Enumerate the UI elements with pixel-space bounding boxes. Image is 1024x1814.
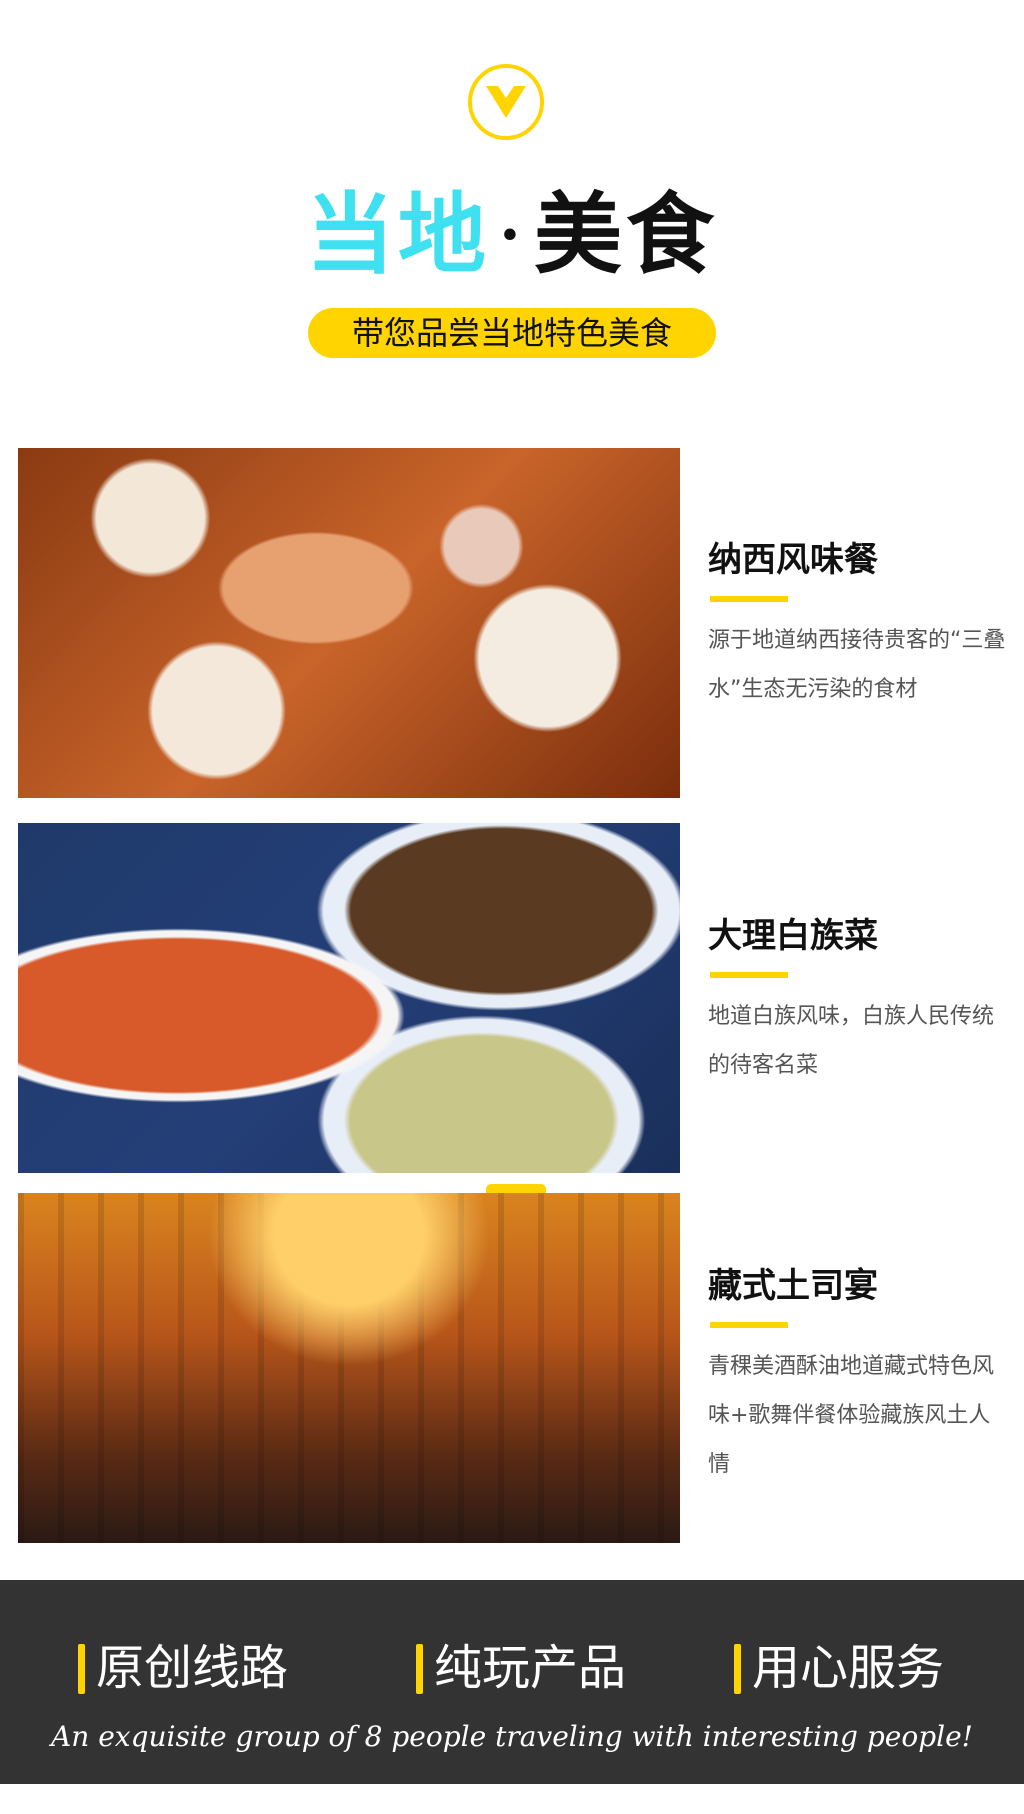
bai-food-photo (18, 823, 680, 1173)
chevron-badge (468, 64, 544, 140)
item-description-bai: 地道白族风味，白族人民传统的待客名菜 (708, 1004, 995, 1078)
subtitle-pill: 带您品尝当地特色美食 (308, 308, 716, 358)
item-title-tibetan: 藏式土司宴 (708, 1266, 878, 1306)
page-title: 当地·美食 (0, 184, 1024, 285)
footer-slogan-pure-play: 纯玩产品 (416, 1640, 626, 1696)
chevron-down-icon (486, 86, 526, 118)
footer-slogan-original-routes: 原创线路 (78, 1640, 288, 1696)
title-part-local: 当地 (305, 182, 490, 286)
tibetan-banquet-photo (18, 1193, 680, 1543)
item-accent-bar (710, 596, 788, 602)
title-separator: · (496, 183, 528, 286)
title-part-food: 美食 (533, 182, 718, 286)
item-accent-bar (710, 1322, 788, 1328)
item-title-bai: 大理白族菜 (708, 916, 878, 956)
item-title-naxi: 纳西风味餐 (708, 540, 878, 580)
item-accent-bar (710, 972, 788, 978)
naxi-food-photo (18, 448, 680, 798)
item-description-tibetan: 青稞美酒酥油地道藏式特色风味+歌舞伴餐体验藏族风土人情 (708, 1354, 995, 1477)
footer-tagline: An exquisite group of 8 people traveling… (51, 1720, 973, 1753)
footer-slogan-service: 用心服务 (734, 1640, 944, 1696)
item-description-naxi: 源于地道纳西接待贵客的“三叠水”生态无污染的食材 (708, 628, 1006, 702)
